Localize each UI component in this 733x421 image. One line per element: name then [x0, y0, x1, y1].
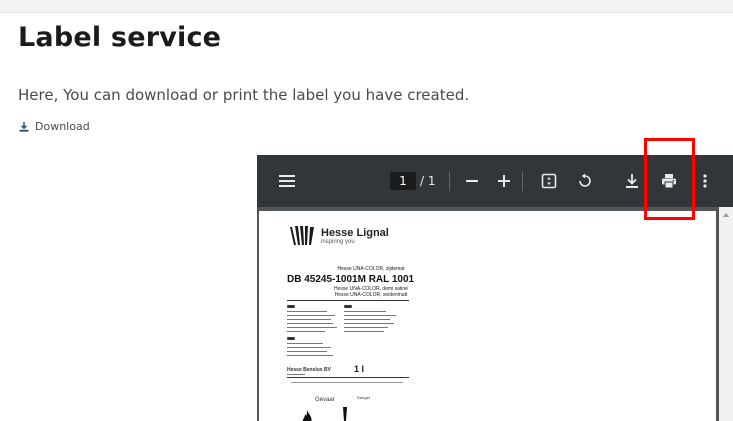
scroll-up-arrow-icon[interactable] — [723, 213, 729, 217]
more-vert-icon[interactable] — [697, 171, 713, 191]
divider-line — [287, 300, 409, 301]
zoom-in-icon[interactable] — [494, 171, 514, 191]
top-bar — [0, 0, 733, 13]
text-line — [287, 347, 331, 348]
pictogram-marker — [344, 305, 352, 308]
page-total: / 1 — [420, 174, 436, 188]
text-line — [291, 382, 403, 383]
toolbar-divider — [522, 171, 523, 191]
exclamation-icon — [343, 407, 347, 421]
hesse-logo-icon — [290, 226, 314, 245]
toolbar-divider — [449, 171, 450, 191]
volume: 1 l — [354, 364, 365, 374]
text-line — [344, 327, 388, 328]
fit-page-icon[interactable] — [539, 171, 559, 191]
brand-name: Hesse Lignal — [321, 227, 389, 239]
product-name-de: Hesse UNA-COLOR, seidenmatt — [334, 292, 408, 298]
text-line — [287, 331, 325, 332]
page-title: Label service — [18, 22, 222, 53]
page-subtitle: Here, You can download or print the labe… — [18, 86, 470, 104]
download-link[interactable]: Download — [19, 120, 90, 133]
text-line — [287, 327, 337, 328]
text-line — [287, 351, 327, 352]
text-line — [344, 311, 386, 312]
divider-line — [287, 377, 409, 378]
text-line — [344, 331, 384, 332]
text-line — [287, 319, 331, 320]
download-icon[interactable] — [622, 171, 642, 191]
download-icon — [19, 121, 29, 132]
pictogram-marker — [287, 305, 295, 308]
page-number-input[interactable]: 1 — [390, 172, 416, 190]
brand-tagline: inspiring you — [321, 239, 355, 245]
text-line — [344, 319, 390, 320]
text-line — [287, 355, 333, 356]
product-name-nl: Hesse UNA-COLOR, zijdemat — [337, 266, 405, 272]
hazard-signal-word-fr: Danger — [357, 395, 371, 400]
menu-icon[interactable] — [277, 171, 297, 191]
download-label: Download — [35, 120, 90, 133]
rotate-icon[interactable] — [575, 171, 595, 191]
text-line — [287, 323, 333, 324]
pictogram-marker — [287, 337, 295, 340]
viewer-scrollbar[interactable] — [719, 207, 733, 421]
text-line — [287, 311, 327, 312]
hazard-signal-word: Gevaar — [315, 397, 335, 403]
brand-logo: Hesse Lignal inspiring you — [289, 225, 389, 247]
zoom-out-icon[interactable] — [462, 171, 482, 191]
text-line — [287, 343, 323, 344]
flame-icon — [302, 410, 312, 421]
print-highlight-box — [644, 138, 695, 220]
pdf-page: Hesse Lignal inspiring you Hesse UNA-COL… — [259, 211, 716, 421]
text-line — [287, 315, 335, 316]
company-name: Hesse Benelux BV — [287, 367, 331, 373]
text-line — [344, 315, 396, 316]
text-line — [344, 323, 394, 324]
text-line — [287, 374, 305, 375]
product-code: DB 45245-1001M RAL 1001 — [287, 274, 415, 285]
